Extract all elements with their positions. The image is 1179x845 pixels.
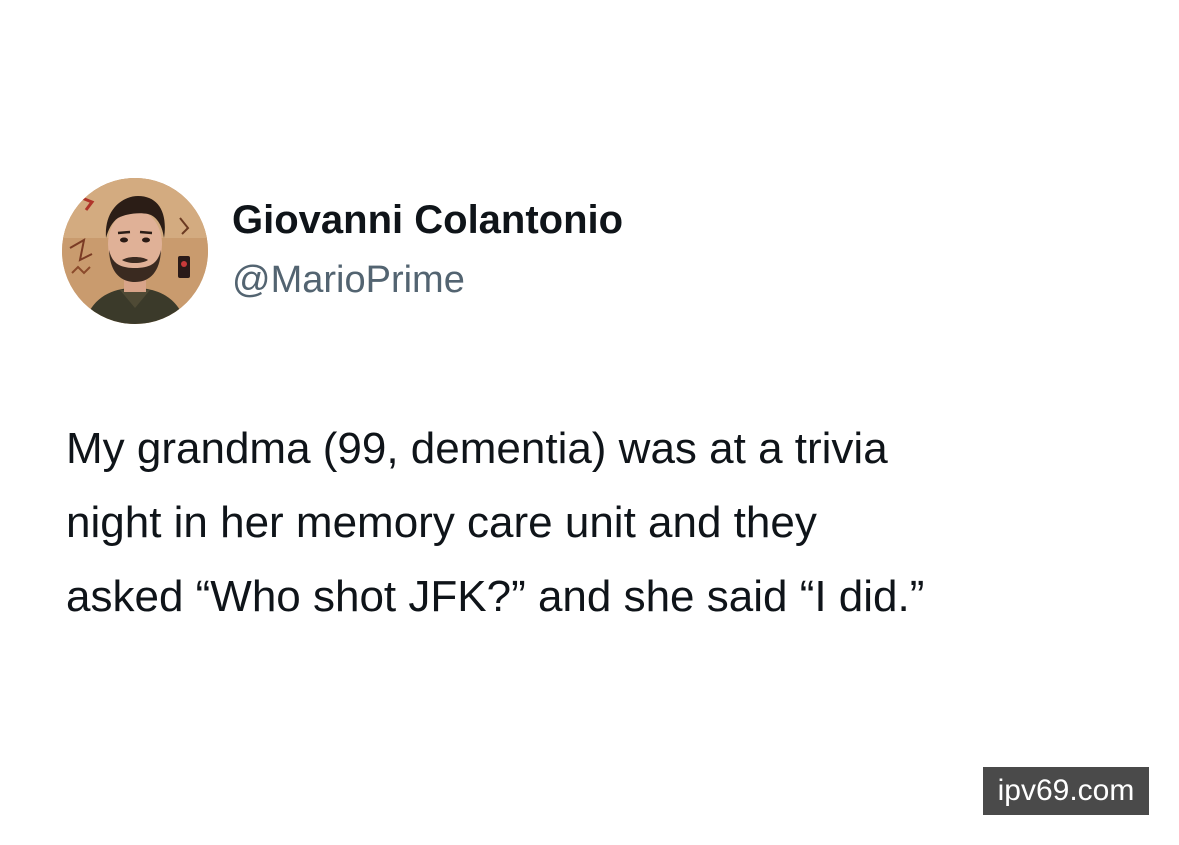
tweet-card: Giovanni Colantonio @MarioPrime My grand… bbox=[0, 0, 1179, 845]
avatar[interactable] bbox=[62, 178, 208, 324]
watermark-badge: ipv69.com bbox=[983, 767, 1149, 815]
tweet-text-line: night in her memory care unit and they bbox=[66, 498, 817, 547]
avatar-photo bbox=[62, 178, 208, 324]
tweet-text-line: My grandma (99, dementia) was at a trivi… bbox=[66, 424, 888, 473]
author-display-name[interactable]: Giovanni Colantonio bbox=[232, 198, 623, 243]
tweet-body: My grandma (99, dementia) was at a trivi… bbox=[66, 412, 1126, 634]
tweet-text-line: asked “Who shot JFK?” and she said “I di… bbox=[66, 572, 925, 621]
author-handle[interactable]: @MarioPrime bbox=[232, 259, 465, 302]
